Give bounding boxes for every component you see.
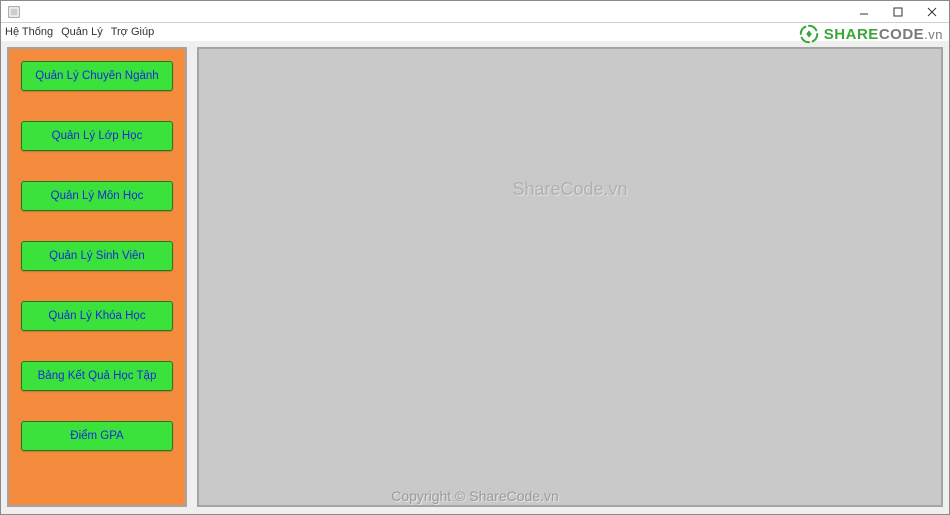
- menu-he-thong[interactable]: Hệ Thống: [5, 26, 53, 38]
- btn-label: Bảng Kết Quả Học Tập: [38, 370, 157, 382]
- btn-bang-ket-qua-hoc-tap[interactable]: Bảng Kết Quả Học Tập: [21, 361, 173, 391]
- app-window: Hệ Thống Quản Lý Trợ Giúp Quản Lý Chuyên…: [0, 0, 950, 515]
- menu-quan-ly[interactable]: Quản Lý: [61, 26, 103, 38]
- btn-label: Quản Lý Lớp Học: [52, 130, 143, 142]
- btn-label: Quản Lý Chuyên Ngành: [35, 70, 158, 82]
- menubar: Hệ Thống Quản Lý Trợ Giúp: [1, 23, 949, 41]
- sidebar-panel: Quản Lý Chuyên Ngành Quản Lý Lớp Học Quả…: [7, 47, 187, 507]
- maximize-button[interactable]: [881, 1, 915, 23]
- close-button[interactable]: [915, 1, 949, 23]
- minimize-button[interactable]: [847, 1, 881, 23]
- btn-diem-gpa[interactable]: Điểm GPA: [21, 421, 173, 451]
- btn-label: Quản Lý Khóa Học: [48, 310, 145, 322]
- content-frame: ShareCode.vn: [197, 47, 943, 507]
- window-controls: [847, 1, 949, 22]
- btn-label: Điểm GPA: [70, 430, 123, 442]
- client-area: Quản Lý Chuyên Ngành Quản Lý Lớp Học Quả…: [1, 41, 949, 514]
- btn-label: Quản Lý Sinh Viên: [49, 250, 145, 262]
- btn-quan-ly-chuyen-nganh[interactable]: Quản Lý Chuyên Ngành: [21, 61, 173, 91]
- btn-quan-ly-lop-hoc[interactable]: Quản Lý Lớp Học: [21, 121, 173, 151]
- btn-quan-ly-khoa-hoc[interactable]: Quản Lý Khóa Học: [21, 301, 173, 331]
- btn-quan-ly-sinh-vien[interactable]: Quản Lý Sinh Viên: [21, 241, 173, 271]
- btn-label: Quản Lý Môn Học: [51, 190, 144, 202]
- menu-tro-giup[interactable]: Trợ Giúp: [111, 26, 154, 38]
- btn-quan-ly-mon-hoc[interactable]: Quản Lý Môn Học: [21, 181, 173, 211]
- app-icon: [7, 5, 21, 19]
- watermark-center: ShareCode.vn: [512, 179, 627, 200]
- titlebar: [1, 1, 949, 23]
